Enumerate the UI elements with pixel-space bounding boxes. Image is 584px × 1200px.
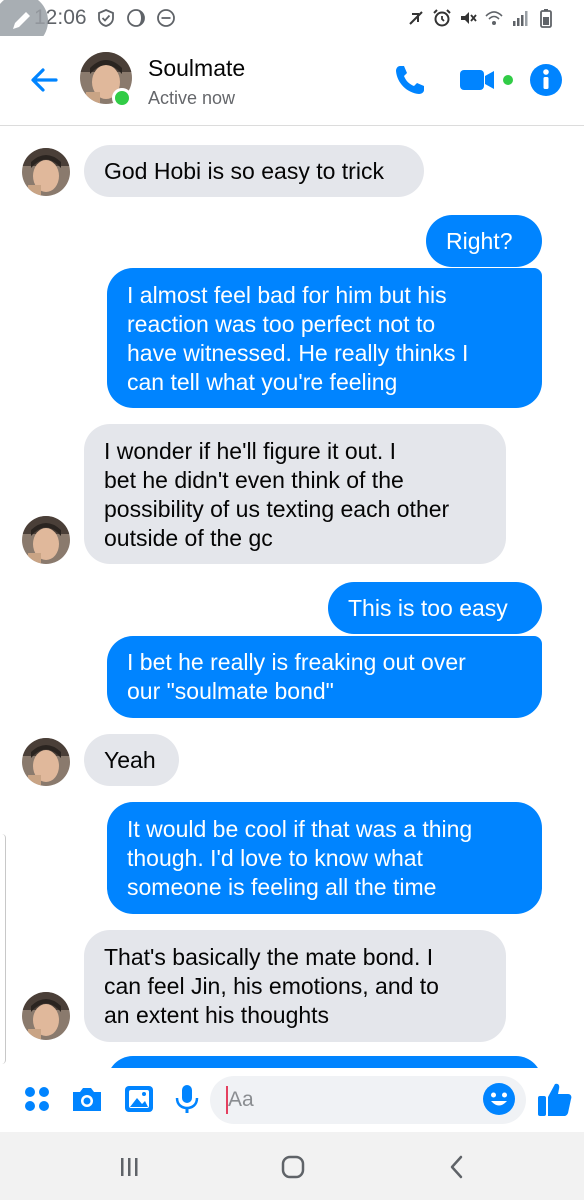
message-line: I bet he really is freaking out over [127, 649, 466, 675]
message-bubble-outgoing[interactable]: This is too easy [328, 582, 542, 634]
message-line: reaction was too perfect not to [127, 311, 436, 337]
message-bubble-outgoing[interactable]: I bet he really is freaking out over our… [107, 636, 542, 718]
message-bubble-incoming[interactable]: That's basically the mate bond. I can fe… [84, 930, 506, 1042]
avatar-photo [22, 148, 70, 196]
message-line: I wonder if he'll figure it out. I [104, 438, 397, 464]
scroll-edge[interactable] [0, 834, 6, 1064]
alarm-icon [433, 9, 451, 27]
back-icon[interactable] [442, 1152, 472, 1182]
moon-icon [127, 9, 145, 27]
sender-avatar[interactable] [22, 516, 70, 564]
phone-call-icon[interactable] [392, 62, 428, 98]
message-input[interactable] [210, 1076, 526, 1124]
do-not-disturb-icon [157, 9, 175, 27]
microphone-icon[interactable] [170, 1082, 204, 1116]
message-line: though. I'd love to know what [127, 845, 423, 871]
apps-icon[interactable] [20, 1082, 54, 1116]
battery-icon [540, 9, 552, 28]
home-icon[interactable] [278, 1152, 308, 1182]
message-line: Right? [446, 227, 513, 254]
mute-icon [461, 12, 477, 24]
message-line: can tell what you're feeling [127, 369, 398, 395]
message-line: possibility of us texting each other [104, 496, 450, 522]
video-call-icon[interactable] [458, 62, 518, 98]
active-status-dot [112, 88, 132, 108]
contact-name[interactable]: Soulmate [148, 55, 245, 82]
message-thread[interactable]: God Hobi is so easy to trick Right? I al… [0, 126, 584, 1068]
emoji-icon[interactable] [482, 1082, 516, 1116]
message-line: have witnessed. He really thinks I [127, 340, 469, 366]
message-bubble-outgoing[interactable]: It would be cool if that was a thing tho… [107, 802, 542, 914]
signal-icon [513, 11, 528, 26]
shield-check-icon [98, 9, 114, 27]
recent-apps-icon[interactable] [114, 1152, 144, 1182]
status-bar: 12:06 [0, 0, 584, 36]
sender-avatar[interactable] [22, 992, 70, 1040]
info-icon[interactable] [528, 62, 564, 98]
back-arrow-icon[interactable] [26, 62, 62, 98]
thumbs-up-icon[interactable] [536, 1080, 574, 1118]
status-right-icons [406, 8, 556, 28]
text-cursor [226, 1086, 228, 1114]
message-line: bet he didn't even think of the [104, 467, 404, 493]
status-left-icons [96, 8, 176, 28]
message-bubble-incoming[interactable]: I wonder if he'll figure it out. I bet h… [84, 424, 506, 564]
message-line: an extent his thoughts [104, 1002, 330, 1028]
sender-avatar[interactable] [22, 738, 70, 786]
pencil-icon [13, 12, 30, 29]
avatar-photo [22, 738, 70, 786]
avatar-photo [22, 992, 70, 1040]
message-bubble-outgoing[interactable]: Right? [426, 215, 542, 267]
gallery-icon[interactable] [122, 1082, 156, 1116]
message-composer [0, 1068, 584, 1132]
message-bubble-incoming[interactable]: God Hobi is so easy to trick [84, 145, 424, 197]
sender-avatar[interactable] [22, 148, 70, 196]
message-line: God Hobi is so easy to trick [104, 157, 384, 184]
message-line: Yeah [104, 746, 156, 773]
message-line: It would be cool if that was a thing [127, 816, 473, 842]
message-line: I almost feel bad for him but his [127, 282, 447, 308]
conversation-header: Soulmate Active now [0, 36, 584, 126]
contact-status: Active now [148, 88, 236, 108]
message-bubble-incoming[interactable]: Yeah [84, 734, 179, 786]
message-line: can feel Jin, his emotions, and to [104, 973, 439, 999]
camera-icon[interactable] [70, 1082, 104, 1116]
message-bubble-outgoing[interactable]: I almost feel bad for him but his reacti… [107, 268, 542, 408]
message-bubble-outgoing[interactable] [107, 1056, 542, 1068]
message-line: This is too easy [348, 594, 508, 621]
no-sound-icon [409, 11, 423, 25]
message-line: someone is feeling all the time [127, 874, 437, 900]
message-line: our "soulmate bond" [127, 678, 334, 704]
message-line: That's basically the mate bond. I [104, 944, 434, 970]
wifi-icon [485, 11, 503, 25]
message-line: outside of the gc [104, 525, 273, 551]
avatar-photo [22, 516, 70, 564]
android-nav-bar [0, 1132, 584, 1200]
